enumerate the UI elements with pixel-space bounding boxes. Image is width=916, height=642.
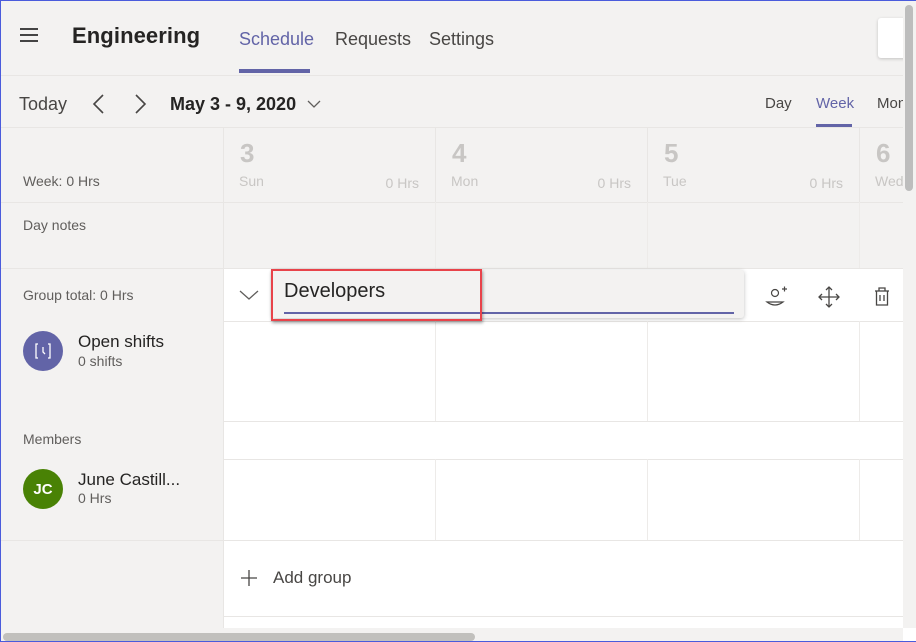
row-divider [1, 268, 903, 269]
hamburger-icon[interactable] [20, 28, 38, 42]
row-divider [223, 459, 903, 460]
cell-divider [435, 202, 436, 268]
row-divider [1, 540, 903, 541]
tab-settings[interactable]: Settings [429, 29, 494, 50]
today-button[interactable]: Today [19, 94, 67, 115]
plus-icon [241, 570, 257, 586]
team-title: Engineering [72, 23, 201, 48]
day-header-wed: 6 Wed [859, 128, 903, 268]
move-arrows-icon[interactable] [816, 284, 842, 310]
cell-divider [859, 459, 860, 540]
day-header-sun: 3 Sun 0 Hrs [223, 128, 435, 268]
add-person-icon[interactable] [764, 284, 790, 310]
left-column-divider [223, 128, 224, 628]
open-shifts-count: 0 shifts [78, 353, 123, 369]
open-shifts-title[interactable]: Open shifts [78, 332, 164, 352]
avatar: JC [23, 469, 63, 509]
cell-divider [435, 459, 436, 540]
week-total: Week: 0 Hrs [23, 173, 100, 189]
members-label: Members [23, 431, 82, 447]
day-header-tue: 5 Tue 0 Hrs [647, 128, 859, 268]
cell-divider [435, 321, 436, 421]
clock-bracket-icon [35, 343, 51, 359]
avatar-initials: JC [33, 480, 53, 498]
group-name-field[interactable] [272, 270, 744, 318]
view-day[interactable]: Day [765, 95, 792, 112]
day-name: Sun [239, 173, 264, 189]
day-hours: 0 Hrs [385, 175, 419, 191]
day-name: Tue [663, 173, 687, 189]
row-divider [1, 202, 903, 203]
cell-divider [647, 459, 648, 540]
day-name: Wed [875, 173, 903, 189]
cell-divider [859, 202, 860, 268]
date-range-picker[interactable]: May 3 - 9, 2020 [170, 94, 296, 115]
cell-divider [647, 321, 648, 421]
active-tab-indicator [239, 69, 310, 73]
header-divider [1, 75, 903, 76]
horizontal-scrollbar-thumb[interactable] [3, 633, 475, 641]
chevron-left-icon[interactable] [91, 93, 107, 115]
tab-schedule[interactable]: Schedule [239, 29, 314, 50]
add-group-button[interactable]: Add group [239, 568, 351, 588]
vertical-scrollbar-thumb[interactable] [905, 5, 913, 191]
tab-requests[interactable]: Requests [335, 29, 411, 50]
day-number: 5 [664, 138, 679, 168]
day-hours: 0 Hrs [597, 175, 631, 191]
add-group-label: Add group [273, 568, 352, 587]
group-total: Group total: 0 Hrs [23, 287, 134, 303]
day-hours: 0 Hrs [809, 175, 843, 191]
view-week[interactable]: Week [816, 95, 854, 112]
day-number: 3 [240, 138, 255, 168]
day-notes-label: Day notes [23, 217, 87, 233]
open-shifts-avatar [23, 331, 63, 371]
row-divider [223, 321, 903, 322]
row-divider [223, 421, 903, 422]
scrollbar-corner [903, 628, 916, 641]
chevron-down-icon[interactable] [238, 288, 260, 302]
input-focus-underline [284, 312, 734, 314]
cell-divider [859, 321, 860, 421]
chevron-down-icon[interactable] [306, 97, 322, 109]
group-name-input[interactable] [284, 280, 732, 303]
day-header-mon: 4 Mon 0 Hrs [435, 128, 647, 268]
trash-icon[interactable] [869, 284, 895, 310]
day-number: 4 [452, 138, 467, 168]
day-number: 6 [876, 138, 891, 168]
day-name: Mon [451, 173, 479, 189]
view-month[interactable]: Month [877, 95, 903, 112]
member-hours: 0 Hrs [78, 490, 112, 506]
row-divider [223, 616, 903, 617]
cell-divider [647, 202, 648, 268]
chevron-right-icon[interactable] [132, 93, 148, 115]
member-name[interactable]: June Castill... [78, 470, 180, 490]
